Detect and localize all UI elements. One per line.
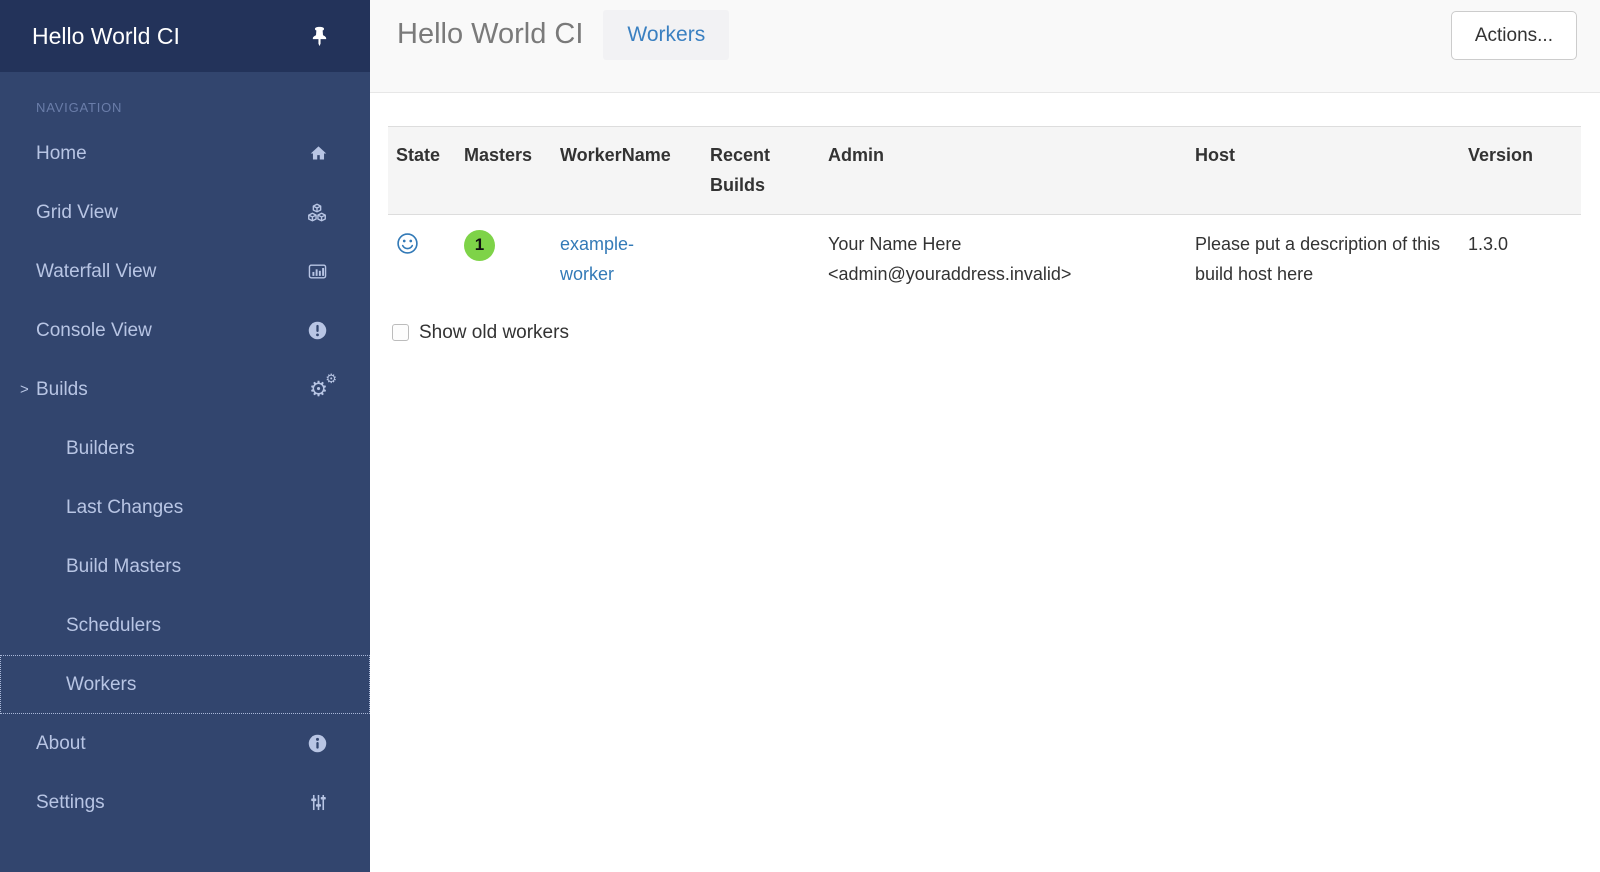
sidebar-item-label: Builds <box>36 379 88 401</box>
sidebar-item-grid-view[interactable]: Grid View <box>0 183 370 242</box>
breadcrumb-workers[interactable]: Workers <box>603 10 729 60</box>
sidebar-item-waterfall-view[interactable]: Waterfall View <box>0 242 370 301</box>
sidebar-item-label: Grid View <box>36 202 118 224</box>
chevron-right-icon: > <box>20 381 29 398</box>
sidebar-item-label: Workers <box>66 674 136 696</box>
nav-section-label: NAVIGATION <box>0 72 370 124</box>
sidebar-item-workers[interactable]: Workers <box>0 655 370 714</box>
table-header-row: State Masters WorkerName Recent Builds A… <box>388 127 1581 215</box>
sidebar-item-label: Home <box>36 143 87 165</box>
sidebar-item-settings[interactable]: Settings <box>0 773 370 832</box>
sidebar-item-label: Build Masters <box>66 556 181 578</box>
sidebar-item-home[interactable]: Home <box>0 124 370 183</box>
sidebar-item-builders[interactable]: Builders <box>0 419 370 478</box>
sidebar-item-label: Schedulers <box>66 615 161 637</box>
exclamation-circle-icon <box>307 320 328 341</box>
masters-count-badge: 1 <box>464 230 495 261</box>
sidebar-item-schedulers[interactable]: Schedulers <box>0 596 370 655</box>
workers-table: State Masters WorkerName Recent Builds A… <box>388 126 1581 305</box>
table-row: 1 example-worker Your Name Here <admin@y… <box>388 215 1581 305</box>
sidebar-app-title: Hello World CI <box>32 23 180 50</box>
col-header-workername: WorkerName <box>552 127 702 215</box>
sidebar-item-last-changes[interactable]: Last Changes <box>0 478 370 537</box>
smiley-icon <box>396 232 419 255</box>
pin-icon[interactable] <box>309 26 330 47</box>
sidebar-item-label: Last Changes <box>66 497 183 519</box>
sidebar-item-console-view[interactable]: Console View <box>0 301 370 360</box>
sliders-icon <box>309 792 328 813</box>
worker-name-link[interactable]: example-worker <box>560 230 678 289</box>
sidebar-item-build-masters[interactable]: Build Masters <box>0 537 370 596</box>
info-circle-icon <box>307 733 328 754</box>
worker-state-cell <box>388 215 456 305</box>
sidebar-item-label: Console View <box>36 320 152 342</box>
main-area: Hello World CI Workers Actions... State … <box>370 0 1600 872</box>
worker-name-cell: example-worker <box>552 215 702 305</box>
sidebar-item-label: Builders <box>66 438 135 460</box>
col-header-masters: Masters <box>456 127 552 215</box>
topbar: Hello World CI Workers Actions... <box>370 0 1600 93</box>
sidebar-item-label: Settings <box>36 792 105 814</box>
worker-masters-cell: 1 <box>456 215 552 305</box>
worker-version-cell: 1.3.0 <box>1460 215 1581 305</box>
worker-admin-cell: Your Name Here <admin@youraddress.invali… <box>820 215 1187 305</box>
col-header-state: State <box>388 127 456 215</box>
col-header-host: Host <box>1187 127 1460 215</box>
sidebar-header: Hello World CI <box>0 0 370 72</box>
worker-host-cell: Please put a description of this build h… <box>1187 215 1460 305</box>
sidebar-item-label: Waterfall View <box>36 261 156 283</box>
sidebar: Hello World CI NAVIGATION Home Grid View… <box>0 0 370 872</box>
cogs-icon: ⚙⚙ <box>309 379 328 400</box>
worker-recent-builds-cell <box>702 215 820 305</box>
sidebar-item-about[interactable]: About <box>0 714 370 773</box>
sidebar-item-builds[interactable]: > Builds ⚙⚙ <box>0 360 370 419</box>
actions-button[interactable]: Actions... <box>1451 11 1577 60</box>
show-old-workers-control[interactable]: Show old workers <box>392 322 1581 344</box>
sidebar-item-label: About <box>36 733 86 755</box>
col-header-admin: Admin <box>820 127 1187 215</box>
page-title: Hello World CI <box>397 18 583 51</box>
col-header-recent-builds: Recent Builds <box>702 127 820 215</box>
content: State Masters WorkerName Recent Builds A… <box>370 93 1600 344</box>
home-icon <box>309 144 328 163</box>
show-old-workers-checkbox[interactable] <box>392 324 409 341</box>
cubes-icon <box>306 202 328 224</box>
show-old-workers-label: Show old workers <box>419 322 569 344</box>
col-header-version: Version <box>1460 127 1581 215</box>
bar-chart-icon <box>307 261 328 282</box>
